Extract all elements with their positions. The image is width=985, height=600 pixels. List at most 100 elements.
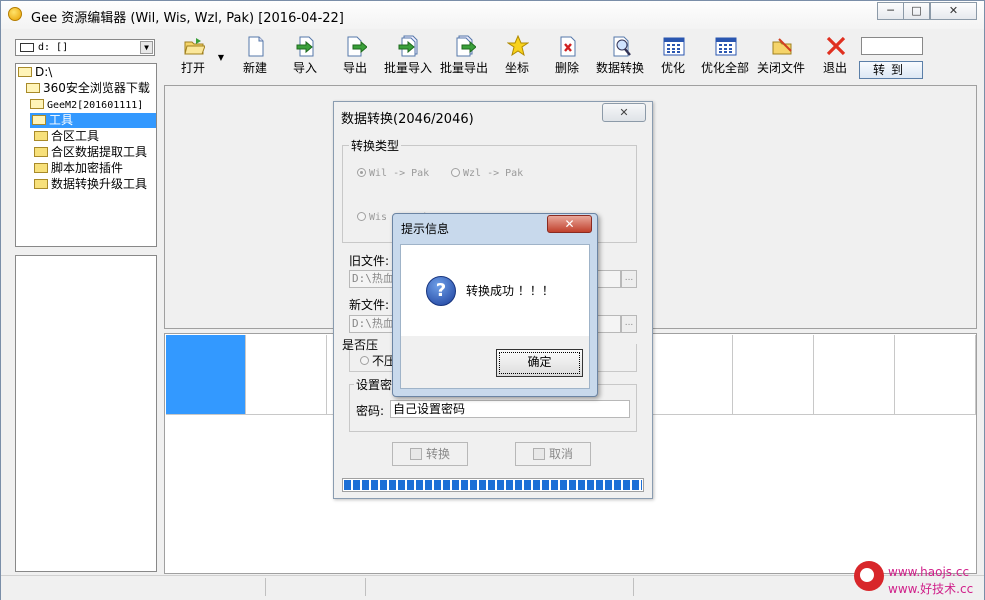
main-window: Gee 资源编辑器 (Wil, Wis, Wzl, Pak) [2016-04-…: [0, 0, 985, 600]
watermark: www.haojs.cc www.好技术.cc: [852, 560, 982, 598]
convert-icon: [610, 35, 631, 57]
tree-item-label: 合区工具: [51, 129, 100, 143]
toolbar-label: 删除: [554, 61, 579, 75]
radio-dot-icon: [451, 167, 460, 177]
grid-cell[interactable]: [895, 335, 976, 415]
close-button[interactable]: ✕: [930, 2, 977, 20]
folder-icon: [34, 130, 48, 141]
toolbar-label: 打开: [180, 61, 205, 75]
import-icon: [295, 35, 315, 57]
watermark-logo: [854, 561, 884, 591]
tree-item-label: 合区数据提取工具: [51, 145, 148, 159]
tree-item-label: 工具: [49, 113, 74, 127]
message-text: 转换成功 ！！！: [466, 284, 554, 298]
watermark-line2: www.好技术.cc: [888, 582, 974, 596]
tree-item-label: 数据转换升级工具: [51, 177, 148, 191]
close-file-button[interactable]: 关闭文件: [754, 35, 808, 76]
optimize-button[interactable]: 优化: [656, 35, 690, 76]
radio-no-compress[interactable]: 不压: [360, 352, 396, 369]
question-icon: ?: [426, 276, 456, 306]
tree-item-drive[interactable]: D:\: [18, 65, 52, 80]
maximize-button[interactable]: □: [903, 2, 930, 20]
toolbar-label: 优化全部: [700, 61, 749, 75]
button-label: 取消: [548, 447, 573, 461]
goto-input[interactable]: [861, 37, 923, 55]
password-label: 密码:: [356, 404, 385, 418]
folder-tree[interactable]: D:\ 360安全浏览器下载 GeeM2[201601111] 工具 合区工具 …: [15, 63, 157, 247]
old-file-label: 旧文件:: [349, 254, 390, 268]
password-input[interactable]: 自己设置密码: [390, 400, 630, 418]
minimize-button[interactable]: ─: [877, 2, 904, 20]
tree-item-tools[interactable]: 工具: [30, 113, 156, 128]
open-folder-icon: [183, 35, 206, 57]
grid-cell[interactable]: [733, 335, 814, 415]
drive-select[interactable]: d: [] ▼: [15, 39, 155, 56]
new-button[interactable]: 新建: [238, 35, 272, 76]
export-button[interactable]: 导出: [338, 35, 372, 76]
ok-button[interactable]: 确定: [496, 349, 583, 377]
convert-button[interactable]: 转换: [392, 442, 468, 466]
convert-dialog-title: 数据转换(2046/2046): [341, 112, 474, 127]
batch-import-button[interactable]: 批量导入: [382, 35, 434, 76]
status-pane: [367, 578, 634, 596]
tree-item-browser-download[interactable]: 360安全浏览器下载: [26, 81, 150, 96]
folder-icon: [34, 178, 48, 189]
radio-dot-icon: [357, 211, 366, 221]
data-convert-button[interactable]: 数据转换: [594, 35, 646, 76]
new-file-icon: [245, 35, 265, 57]
exit-button[interactable]: 退出: [818, 35, 852, 76]
tree-item-script-encrypt[interactable]: 脚本加密插件: [34, 161, 123, 176]
tree-item-data-upgrade[interactable]: 数据转换升级工具: [34, 177, 147, 192]
progress-bar: [342, 478, 644, 492]
radio-wzl-to-pak[interactable]: Wzl -> Pak: [451, 167, 524, 179]
tree-item-label: GeeM2[201601111]: [47, 100, 144, 111]
goto-button[interactable]: 转到: [859, 61, 923, 79]
tree-item-merge-extract[interactable]: 合区数据提取工具: [34, 145, 147, 160]
grid-cell[interactable]: [814, 335, 895, 415]
file-list[interactable]: [15, 255, 157, 572]
batch-export-button[interactable]: 批量导出: [438, 35, 490, 76]
group-label: 是否压: [342, 338, 379, 352]
optimize-all-icon: [715, 35, 737, 57]
cancel-button[interactable]: 取消: [515, 442, 591, 466]
message-box-footer: 确定: [401, 336, 589, 388]
grid-cell[interactable]: [246, 335, 327, 415]
folder-open-icon: [18, 66, 32, 77]
import-button[interactable]: 导入: [288, 35, 322, 76]
folder-icon: [34, 162, 48, 173]
tree-item-geem2[interactable]: GeeM2[201601111]: [30, 97, 143, 112]
new-file-browse-button[interactable]: ...: [621, 315, 637, 333]
toolbar-label: 批量导入: [383, 61, 432, 75]
optimize-all-button[interactable]: 优化全部: [698, 35, 752, 76]
coordinate-button[interactable]: 坐标: [500, 34, 534, 76]
status-bar: [1, 575, 984, 600]
message-box-close-button[interactable]: ✕: [547, 215, 592, 233]
tree-item-label: 脚本加密插件: [51, 161, 124, 175]
message-box-title: 提示信息: [401, 222, 450, 236]
drive-icon: [20, 42, 34, 52]
toolbar-label: 优化: [660, 61, 685, 75]
chevron-down-icon[interactable]: ▼: [140, 41, 153, 54]
title-bar[interactable]: Gee 资源编辑器 (Wil, Wis, Wzl, Pak) [2016-04-…: [1, 1, 984, 29]
convert-button-icon: [409, 447, 422, 460]
open-button[interactable]: 打开: [176, 35, 210, 76]
tree-item-merge-tool[interactable]: 合区工具: [34, 129, 99, 144]
toolbar-label: 数据转换: [595, 61, 644, 75]
star-icon: [506, 34, 530, 57]
grid-cell-selected[interactable]: [166, 335, 246, 415]
delete-button[interactable]: 删除: [550, 35, 584, 76]
toolbar-label: 新建: [242, 61, 267, 75]
open-dropdown-arrow[interactable]: ▼: [214, 53, 228, 62]
radio-wil-to-pak[interactable]: Wil -> Pak: [357, 167, 429, 179]
radio-dot-icon: [360, 356, 369, 365]
radio-dot-icon: [357, 167, 366, 177]
radio-label: Wzl -> Pak: [463, 168, 524, 179]
convert-dialog-close-button[interactable]: ✕: [602, 103, 646, 122]
grid-cell[interactable]: [652, 335, 733, 415]
window-title: Gee 资源编辑器 (Wil, Wis, Wzl, Pak) [2016-04-…: [31, 11, 344, 26]
new-file-label: 新文件:: [349, 298, 390, 312]
toolbar-label: 导出: [342, 61, 367, 75]
old-file-browse-button[interactable]: ...: [621, 270, 637, 288]
optimize-icon: [663, 35, 685, 57]
tree-item-label: 360安全浏览器下载: [43, 81, 150, 95]
